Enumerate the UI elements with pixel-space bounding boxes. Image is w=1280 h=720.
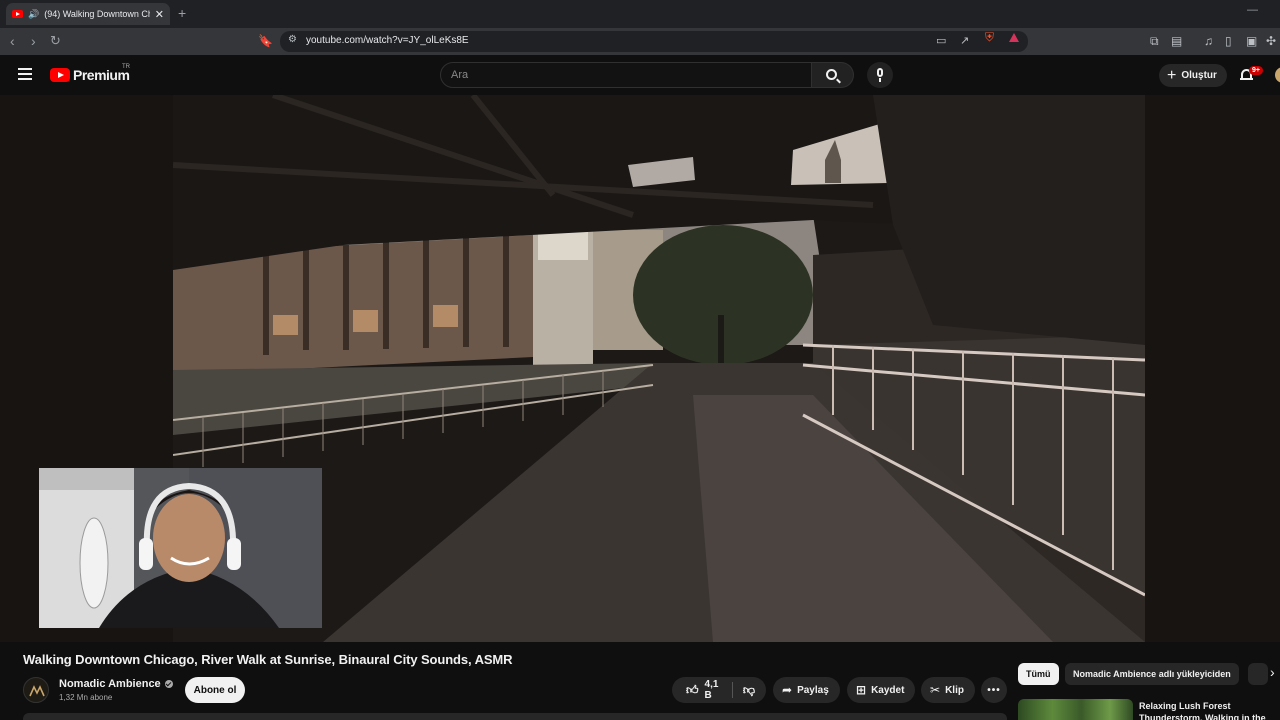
more-actions-button[interactable]: ••• bbox=[981, 677, 1007, 703]
country-code: TR bbox=[122, 64, 130, 70]
subscriber-count: 1,32 Mn abone bbox=[59, 693, 113, 702]
logo-text: Premium bbox=[73, 67, 130, 83]
reload-icon[interactable]: ↻ bbox=[50, 32, 61, 50]
brave-rewards-icon[interactable] bbox=[1009, 33, 1019, 42]
youtube-favicon-icon bbox=[12, 10, 23, 18]
video-title: Walking Downtown Chicago, River Walk at … bbox=[23, 652, 513, 667]
clip-label: Klip bbox=[945, 684, 964, 696]
dislike-icon: 👎︎ bbox=[742, 683, 755, 697]
cast-icon[interactable]: ▭ bbox=[936, 34, 946, 47]
youtube-logo[interactable]: Premium TR bbox=[50, 64, 130, 83]
search-input[interactable] bbox=[451, 68, 801, 82]
bookmark-icon[interactable]: 🔖 bbox=[258, 32, 273, 50]
hamburger-menu-icon[interactable] bbox=[18, 68, 32, 83]
url-text[interactable]: youtube.com/watch?v=JY_olLeKs8E bbox=[306, 35, 469, 46]
youtube-logo-icon bbox=[50, 68, 70, 82]
more-icon: ••• bbox=[987, 684, 1001, 696]
tab-title: (94) Walking Downtown Chicago, River Wal… bbox=[44, 9, 150, 19]
site-info-icon[interactable]: ⚙ bbox=[288, 34, 297, 45]
notification-badge: 9+ bbox=[1249, 66, 1263, 75]
search-box[interactable] bbox=[440, 62, 812, 88]
clip-icon: ✂ bbox=[930, 683, 941, 697]
wallet-icon[interactable]: ▣ bbox=[1246, 34, 1257, 48]
media-icon[interactable]: ♫ bbox=[1204, 34, 1213, 48]
address-bar[interactable]: ⚙ youtube.com/watch?v=JY_olLeKs8E ▭ ↗ bbox=[280, 31, 1028, 52]
voice-search-button[interactable] bbox=[867, 62, 893, 88]
close-tab-icon[interactable]: ✕ bbox=[155, 8, 164, 21]
browser-tab[interactable]: 🔊 (94) Walking Downtown Chicago, River W… bbox=[6, 3, 170, 25]
verified-icon bbox=[164, 680, 173, 689]
create-button[interactable]: + Oluştur bbox=[1159, 64, 1227, 87]
chip-channel[interactable]: Nomadic Ambience adlı yükleyiciden bbox=[1065, 663, 1239, 685]
sidebar-icon[interactable]: ▯ bbox=[1225, 34, 1232, 48]
channel-name-text[interactable]: Nomadic Ambience bbox=[59, 678, 161, 690]
recommendation-title[interactable]: Relaxing Lush Forest Thunderstorm, Walki… bbox=[1139, 700, 1279, 720]
share-page-icon[interactable]: ↗ bbox=[960, 34, 969, 47]
dislike-button[interactable]: 👎︎ bbox=[733, 677, 766, 703]
browser-tab-bar: 🔊 (94) Walking Downtown Chicago, River W… bbox=[0, 0, 1280, 28]
save-icon: ⊞ bbox=[856, 683, 867, 697]
chip-more[interactable] bbox=[1248, 663, 1268, 685]
channel-name[interactable]: Nomadic Ambience bbox=[59, 678, 173, 690]
chevron-right-icon[interactable]: › bbox=[1270, 664, 1275, 680]
speaker-icon[interactable]: 🔊 bbox=[28, 9, 39, 20]
description-box[interactable] bbox=[23, 713, 1007, 720]
plus-icon: + bbox=[1167, 66, 1177, 84]
share-label: Paylaş bbox=[797, 684, 829, 696]
share-icon: ➦ bbox=[782, 683, 793, 697]
like-icon: 👍︎ bbox=[686, 683, 699, 697]
subscribe-button[interactable]: Abone ol bbox=[185, 677, 245, 703]
like-dislike-group: 👍︎ 4,1 B 👎︎ bbox=[672, 677, 766, 703]
share-button[interactable]: ➦ Paylaş bbox=[773, 677, 840, 703]
search-button[interactable] bbox=[812, 62, 854, 88]
extensions-icon[interactable]: ⧉ bbox=[1150, 34, 1159, 49]
save-label: Kaydet bbox=[871, 684, 905, 696]
search-icon bbox=[826, 69, 837, 80]
browser-toolbar: ‹ › ↻ 🔖 ⚙ youtube.com/watch?v=JY_olLeKs8… bbox=[0, 28, 1280, 55]
channel-logo-icon bbox=[29, 685, 45, 697]
reading-list-icon[interactable]: ▤ bbox=[1171, 34, 1182, 48]
minimize-window-icon[interactable]: — bbox=[1247, 4, 1258, 16]
webcam-image bbox=[39, 468, 322, 628]
like-count: 4,1 B bbox=[704, 679, 719, 701]
microphone-icon bbox=[877, 68, 883, 77]
clip-button[interactable]: ✂ Klip bbox=[921, 677, 975, 703]
youtube-header: Premium TR + Oluştur 9+ bbox=[0, 55, 1280, 95]
forward-icon[interactable]: › bbox=[31, 32, 36, 50]
recommendation-thumbnail[interactable] bbox=[1018, 699, 1133, 720]
create-label: Oluştur bbox=[1181, 70, 1217, 81]
webcam-overlay bbox=[39, 468, 322, 628]
chip-all[interactable]: Tümü bbox=[1018, 663, 1059, 685]
new-tab-icon[interactable]: + bbox=[178, 5, 186, 21]
channel-avatar[interactable] bbox=[23, 677, 49, 703]
avatar[interactable] bbox=[1275, 67, 1280, 83]
brave-shields-icon[interactable]: ⛨ bbox=[985, 30, 994, 45]
back-icon[interactable]: ‹ bbox=[10, 32, 15, 50]
like-button[interactable]: 👍︎ 4,1 B bbox=[672, 677, 732, 703]
puzzle-icon[interactable]: ✣ bbox=[1266, 34, 1276, 48]
save-button[interactable]: ⊞ Kaydet bbox=[847, 677, 916, 703]
